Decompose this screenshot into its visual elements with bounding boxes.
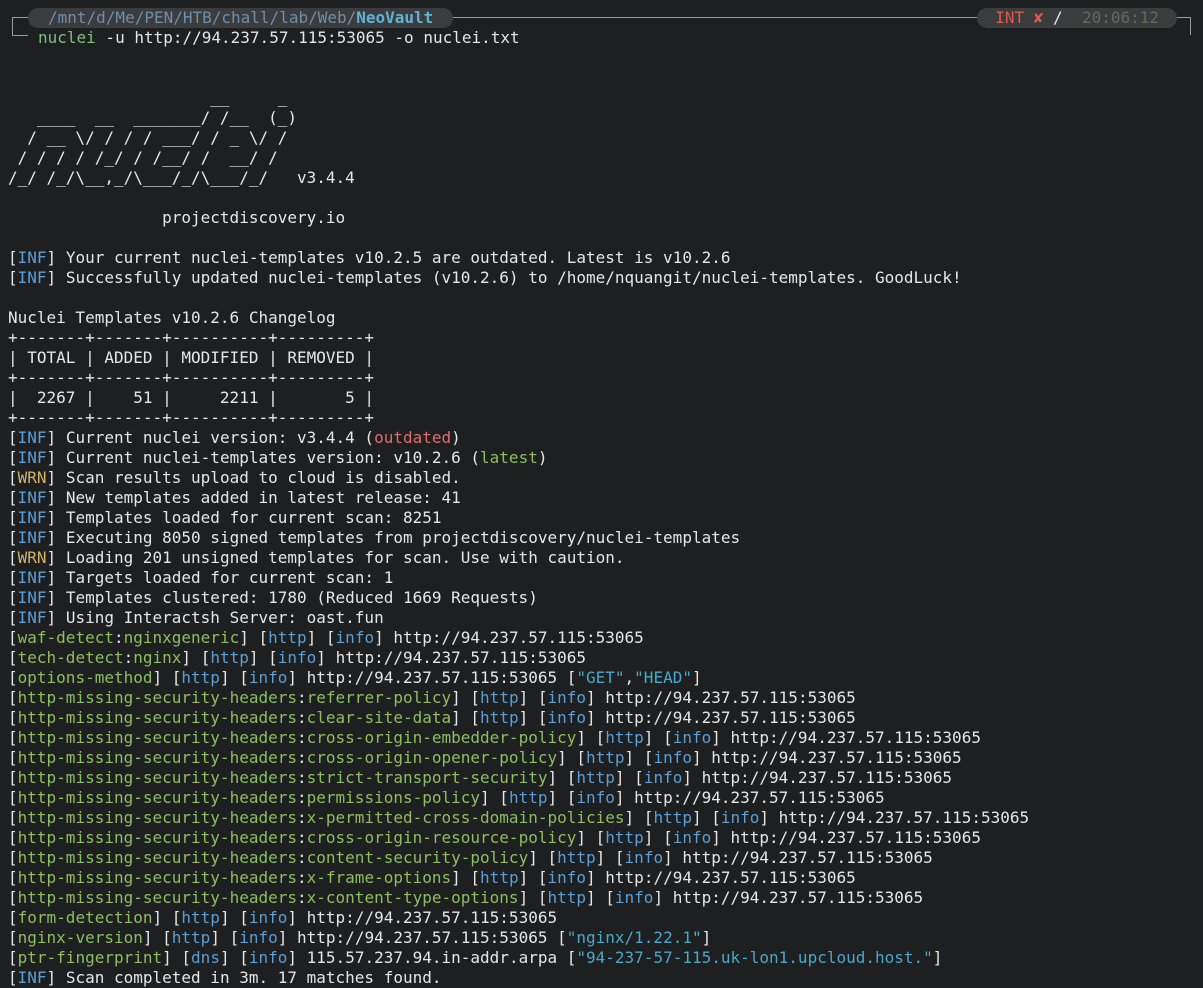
log-line: [INF] Templates clustered: 1780 (Reduced…	[8, 588, 538, 607]
log-line: [INF] Using Interactsh Server: oast.fun	[8, 608, 384, 627]
banner-line: / / / / /_/ / /__/ / __/ /	[8, 148, 278, 167]
log-line: [WRN] Scan results upload to cloud is di…	[8, 468, 461, 487]
finding-line: [tech-detect:nginx] [http] [info] http:/…	[8, 648, 587, 667]
finding-line: [http-missing-security-headers:x-frame-o…	[8, 868, 856, 887]
prompt-path: /mnt/d/Me/PEN/HTB/chall/lab/Web/NeoVault	[28, 8, 454, 28]
command-name: nuclei	[38, 28, 96, 47]
prompt-frame-right	[1190, 17, 1191, 35]
finding-line: [http-missing-security-headers:x-permitt…	[8, 808, 1030, 827]
finding-line: [http-missing-security-headers:cross-ori…	[8, 748, 962, 767]
log-line: [INF] Executing 8050 signed templates fr…	[8, 528, 741, 547]
finding-line: [http-missing-security-headers:permissio…	[8, 788, 885, 807]
table-border: +-------+-------+----------+---------+	[8, 368, 375, 387]
log-line: [INF] Your current nuclei-templates v10.…	[8, 248, 731, 267]
prompt-time: 20:06:12	[1081, 8, 1159, 27]
command-args: -u http://94.237.57.115:53065 -o nuclei.…	[95, 28, 520, 47]
finding-line: [form-detection] [http] [info] http://94…	[8, 908, 558, 927]
banner-line: ____ __ _______/ /__ (_)	[8, 108, 297, 127]
log-line: [INF] Current nuclei version: v3.4.4 (ou…	[8, 428, 461, 447]
banner-line	[8, 228, 1029, 248]
log-line: [INF] Current nuclei-templates version: …	[8, 448, 548, 467]
prompt-status: INT ✘ / 20:06:12	[977, 8, 1177, 28]
prompt-status-int: INT	[995, 8, 1025, 27]
prompt-frame-left	[12, 17, 13, 35]
finding-line: [http-missing-security-headers:strict-tr…	[8, 768, 953, 787]
log-line: [INF] Templates loaded for current scan:…	[8, 508, 442, 527]
log-line: [INF] Targets loaded for current scan: 1	[8, 568, 394, 587]
banner-line: projectdiscovery.io	[8, 208, 346, 227]
log-line: [WRN] Loading 201 unsigned templates for…	[8, 548, 625, 567]
finding-line: [waf-detect:nginxgeneric] [http] [info] …	[8, 628, 644, 647]
banner-line: /_/ /_/\__,_/\___/_/\___/_/ v3.4.4	[8, 168, 355, 187]
finding-line: [http-missing-security-headers:cross-ori…	[8, 828, 981, 847]
prompt-path-current: NeoVault	[356, 8, 434, 27]
prompt-frame-foot	[12, 35, 28, 36]
finding-line: [options-method] [http] [info] http://94…	[8, 668, 702, 687]
log-line: [INF] Scan completed in 3m. 17 matches f…	[8, 968, 442, 987]
changelog-title: Nuclei Templates v10.2.6 Changelog	[8, 308, 336, 327]
table-row: | 2267 | 51 | 2211 | 5 |	[8, 388, 375, 407]
banner-line: / __ \/ / / / ___/ / _ \/ /	[8, 128, 288, 147]
finding-line: [nginx-version] [http] [info] http://94.…	[8, 928, 712, 947]
log-line: [INF] Successfully updated nuclei-templa…	[8, 268, 962, 287]
finding-line: [http-missing-security-headers:content-s…	[8, 848, 933, 867]
banner-line: __ _	[8, 88, 288, 107]
finding-line: [http-missing-security-headers:cross-ori…	[8, 728, 981, 747]
table-border: +-------+-------+----------+---------+	[8, 328, 375, 347]
finding-line: [http-missing-security-headers:x-content…	[8, 888, 924, 907]
finding-line: [ptr-fingerprint] [dns] [info] 115.57.23…	[8, 948, 943, 967]
table-border: +-------+-------+----------+---------+	[8, 408, 375, 427]
error-x-icon: ✘	[1033, 8, 1044, 27]
finding-line: [http-missing-security-headers:clear-sit…	[8, 708, 856, 727]
command-line[interactable]: nuclei -u http://94.237.57.115:53065 -o …	[38, 28, 520, 48]
banner-line	[8, 68, 1029, 88]
finding-line: [http-missing-security-headers:referrer-…	[8, 688, 856, 707]
prompt-path-prefix: /mnt/d/Me/PEN/HTB/chall/lab/Web/	[48, 8, 357, 27]
banner-line	[8, 188, 1029, 208]
table-header: | TOTAL | ADDED | MODIFIED | REMOVED |	[8, 348, 375, 367]
log-line: [INF] New templates added in latest rele…	[8, 488, 461, 507]
terminal-output: __ _ ____ __ _______/ /__ (_) / __ \/ / …	[8, 68, 1029, 988]
